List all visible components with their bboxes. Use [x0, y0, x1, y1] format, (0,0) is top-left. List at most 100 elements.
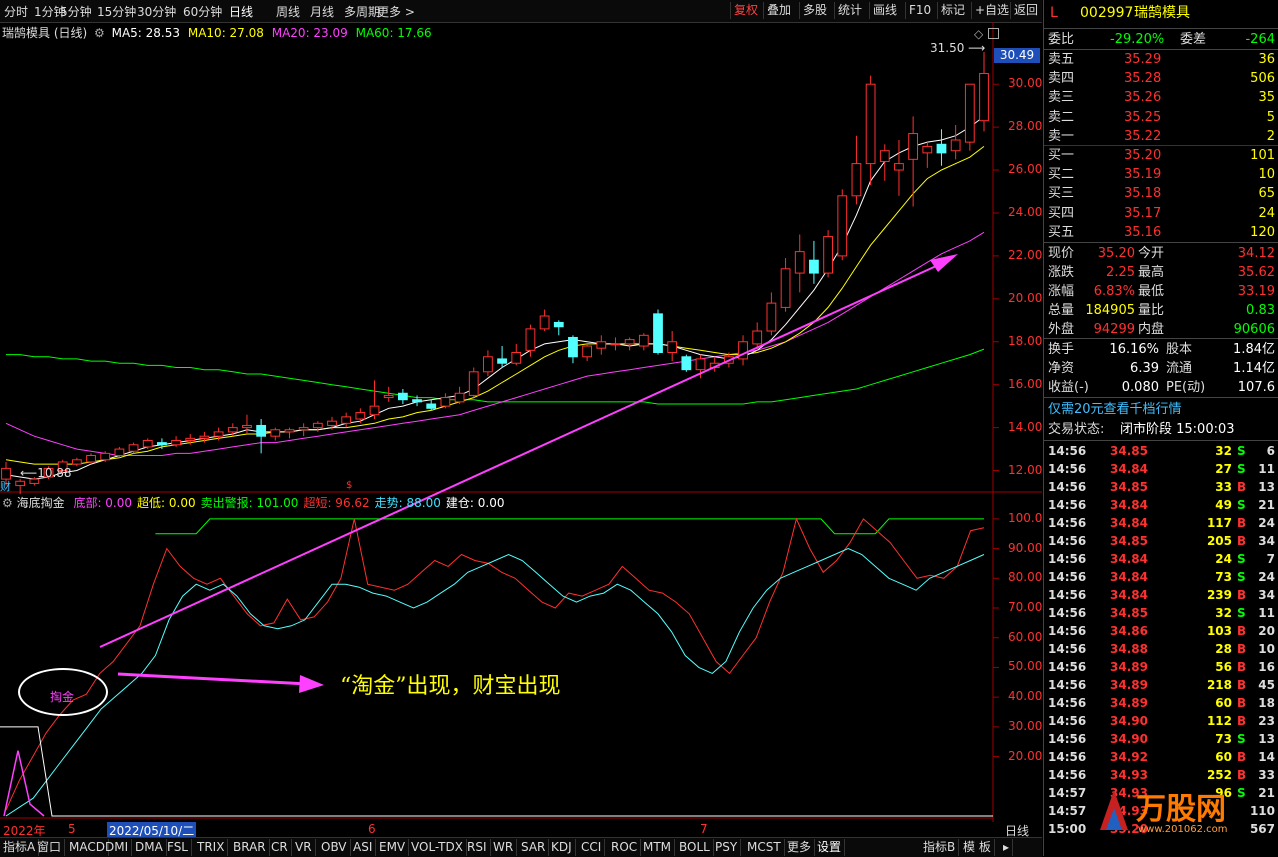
period-tab-0[interactable]: 分时 [4, 3, 28, 20]
month-6-label: 6 [368, 822, 376, 836]
buy-level-2[interactable]: 买二 35.19 10 [1048, 165, 1277, 184]
indicator-tab-4[interactable]: DMA [132, 839, 167, 856]
buy-level-4[interactable]: 买四 35.17 24 [1048, 204, 1277, 223]
period-tab-5[interactable]: 60分钟 [183, 3, 222, 20]
indicator-tab-12[interactable]: EMV [376, 839, 410, 856]
period-tab-6[interactable]: 日线 [229, 3, 253, 20]
weicha-value: -264 [1245, 32, 1275, 47]
tabs-scroll-icon[interactable]: ▸ [1000, 839, 1014, 856]
indicator-value-0: 底部: 0.00 [73, 496, 133, 510]
indicator-tab-10[interactable]: OBV [318, 839, 351, 856]
toolbar-button-4[interactable]: 画线 [869, 2, 900, 19]
period-tab-2[interactable]: 5分钟 [60, 3, 92, 20]
tick-direction: S [1237, 732, 1246, 746]
sell-level-5[interactable]: 卖一 35.22 2 [1048, 127, 1277, 146]
tick-time: 14:56 [1048, 534, 1087, 548]
tick-time: 14:56 [1048, 624, 1087, 638]
template-tab-0[interactable]: 指标B [920, 839, 960, 856]
indicator-tab-17[interactable]: KDJ [548, 839, 576, 856]
bottom-signal-line [3, 750, 45, 817]
buy-level-1[interactable]: 买一 35.20 101 [1048, 146, 1277, 165]
toolbar-button-0[interactable]: 复权 [730, 2, 761, 19]
tick-direction: B [1237, 534, 1247, 548]
level-label: 买二 [1048, 167, 1075, 183]
quote-row: 总量 184905 量比 0.83 [1048, 301, 1277, 320]
candle-body [908, 133, 919, 160]
level-volume: 120 [1250, 224, 1275, 240]
period-tab-10[interactable]: 更多 > [377, 3, 415, 20]
toolbar-button-2[interactable]: 多股 [799, 2, 830, 19]
sell-level-4[interactable]: 卖二 35.25 5 [1048, 108, 1277, 127]
period-tab-9[interactable]: 多周期 [344, 3, 380, 20]
indicator-tab-19[interactable]: ROC [608, 839, 642, 856]
info-label: 净资 [1048, 361, 1075, 376]
candle-body [171, 439, 181, 446]
date-axis: 2022年 5 2022/05/10/二 6 7 日线 [0, 822, 1042, 839]
tick-volume: 60 [1215, 750, 1232, 764]
indicator-tab-16[interactable]: SAR [518, 839, 550, 856]
indicator-tab-7[interactable]: BRAR [230, 839, 270, 856]
toolbar-button-5[interactable]: F10 [905, 2, 934, 19]
sell-level-3[interactable]: 卖三 35.26 35 [1048, 88, 1277, 107]
info-row: 净资 6.39 流通 1.14亿 [1048, 359, 1277, 378]
indicator-tab-14[interactable]: RSI [464, 839, 491, 856]
status-value: 闭市阶段 15:00:03 [1120, 422, 1235, 437]
quote-label: 涨幅 [1048, 284, 1075, 299]
buy-level-3[interactable]: 买三 35.18 65 [1048, 184, 1277, 203]
sell-level-1[interactable]: 卖五 35.29 36 [1048, 50, 1277, 69]
indicator-tab-24[interactable]: 更多 [784, 839, 816, 856]
toolbar-button-8[interactable]: 返回 [1010, 2, 1041, 19]
toolbar-button-6[interactable]: 标记 [937, 2, 968, 19]
level-label: 卖三 [1048, 90, 1075, 106]
candle-body [979, 72, 989, 122]
indicator-tab-6[interactable]: TRIX [194, 839, 229, 856]
tick-volume: 56 [1215, 660, 1232, 674]
period-tab-7[interactable]: 周线 [276, 3, 300, 20]
candle-body [752, 330, 763, 345]
diamond-icon[interactable]: ◇ [974, 27, 983, 41]
indicator-tab-1[interactable]: 窗口 [34, 839, 66, 856]
tick-volume: 117 [1206, 516, 1232, 530]
indicator-tab-23[interactable]: MCST [744, 839, 785, 856]
indicator-tab-25[interactable]: 设置 [814, 839, 846, 856]
indicator-tab-18[interactable]: CCI [578, 839, 606, 856]
settings-icon[interactable]: ⚙ [94, 26, 105, 40]
promo-link[interactable]: 仅需20元查看千档行情 [1048, 400, 1277, 419]
buy-level-5[interactable]: 买五 35.16 120 [1048, 223, 1277, 242]
toolbar-button-3[interactable]: 统计 [834, 2, 865, 19]
info-row: 换手 16.16% 股本 1.84亿 [1048, 340, 1277, 359]
quote-label: 总量 [1048, 303, 1075, 318]
sell-level-2[interactable]: 卖四 35.28 506 [1048, 69, 1277, 88]
indicator-value-5: 建仓: 0.00 [445, 496, 505, 510]
window-toggle-icon[interactable] [988, 28, 999, 39]
indicator-tab-15[interactable]: WR [490, 839, 518, 856]
indicator-tab-11[interactable]: ASI [350, 839, 377, 856]
tick-count: 34 [1258, 534, 1275, 548]
indicator-tab-22[interactable]: PSY [712, 839, 742, 856]
period-tab-3[interactable]: 15分钟 [97, 3, 136, 20]
kline-chart[interactable]: $ [0, 22, 1042, 822]
quote-value: 35.20 [1097, 246, 1135, 261]
tick-volume: 28 [1215, 642, 1232, 656]
month-5-label: 5 [68, 822, 76, 836]
toolbar-button-1[interactable]: 叠加 [763, 2, 794, 19]
quote-value: 184905 [1085, 303, 1135, 318]
tick-direction: S [1237, 444, 1246, 458]
indicator-tab-5[interactable]: FSL [164, 839, 192, 856]
level-volume: 65 [1258, 186, 1275, 202]
tick-count: 20 [1258, 624, 1275, 638]
indicator-tab-8[interactable]: CR [268, 839, 292, 856]
tick-price: 34.89 [1110, 678, 1148, 692]
indicator-tab-9[interactable]: VR [292, 839, 316, 856]
indicator-icon[interactable]: ⚙ [2, 496, 13, 510]
indicator-tab-21[interactable]: BOLL [676, 839, 714, 856]
indicator-tab-20[interactable]: MTM [640, 839, 676, 856]
tick-time: 14:56 [1048, 462, 1087, 476]
indicator-tab-3[interactable]: DMI [102, 839, 133, 856]
period-tab-8[interactable]: 月线 [310, 3, 334, 20]
indicator-tab-13[interactable]: VOL-TDX [408, 839, 467, 856]
tick-count: 18 [1258, 696, 1275, 710]
template-tab-1[interactable]: 模 板 [960, 839, 995, 856]
toolbar-button-7[interactable]: +自选 [971, 2, 1012, 19]
period-tab-4[interactable]: 30分钟 [137, 3, 176, 20]
